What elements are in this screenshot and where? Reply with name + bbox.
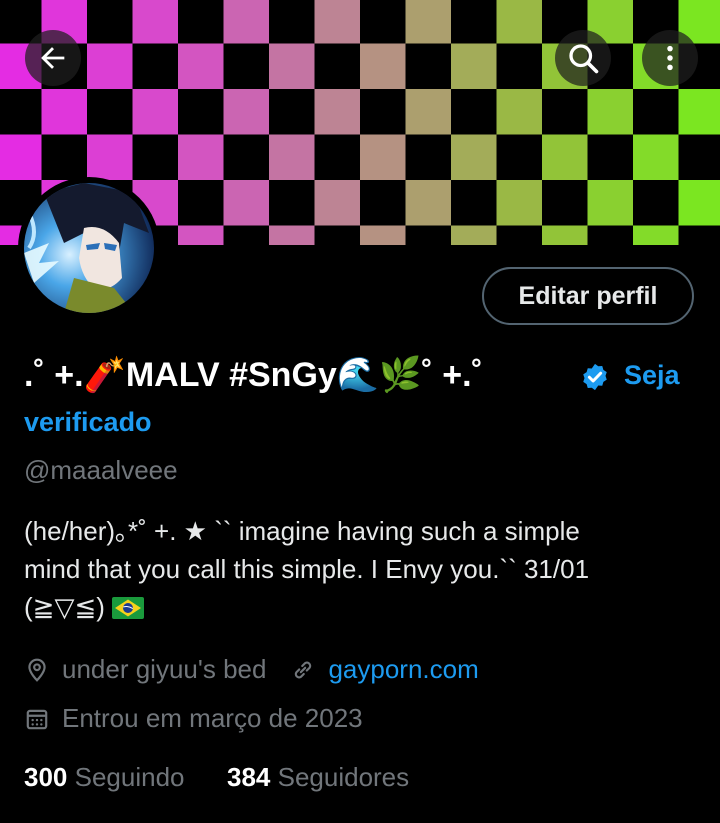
location-pin-icon xyxy=(28,658,46,682)
banner-tile xyxy=(87,43,133,89)
banner-tile xyxy=(451,134,497,180)
arrow-left-icon xyxy=(41,47,65,69)
search-button[interactable] xyxy=(555,30,611,86)
back-button[interactable] xyxy=(25,30,81,86)
banner-tile xyxy=(678,180,720,226)
banner-tile xyxy=(405,180,451,226)
banner-tile xyxy=(360,43,406,89)
banner-tile xyxy=(223,180,269,226)
link-icon xyxy=(295,661,312,678)
avatar[interactable] xyxy=(24,183,154,313)
profile-meta-row: under giyuu's bed gayporn.com xyxy=(24,654,479,685)
banner-tile xyxy=(314,180,360,226)
banner-tile xyxy=(633,225,679,245)
banner-tile xyxy=(405,0,451,44)
banner-tile xyxy=(223,0,269,44)
calendar-icon xyxy=(26,709,48,729)
location-text: under giyuu's bed xyxy=(62,654,267,684)
avatar-frame[interactable] xyxy=(18,177,160,319)
bio-line: mind that you call this simple. I Envy y… xyxy=(24,554,590,584)
banner-tile xyxy=(451,43,497,89)
banner-tile xyxy=(405,89,451,135)
banner-tile xyxy=(269,134,315,180)
banner-tile xyxy=(0,134,42,180)
banner-tile xyxy=(542,225,588,245)
brazil-flag-icon xyxy=(112,597,145,619)
verified-badge-icon[interactable] xyxy=(580,362,610,392)
banner-tile xyxy=(451,225,497,245)
banner-tile xyxy=(360,134,406,180)
following-count: 300 xyxy=(24,762,68,792)
banner-tile xyxy=(314,89,360,135)
banner-tile xyxy=(314,0,360,44)
bio: (he/her)｡*˚ +. ★ `` imagine having such … xyxy=(24,512,704,626)
banner-tile xyxy=(633,134,679,180)
follow-stats: 300 Seguindo 384 Seguidores xyxy=(24,762,409,793)
banner-tile xyxy=(269,43,315,89)
get-verified-link-continued[interactable]: verificado xyxy=(24,407,152,438)
joined-date: Entrou em março de 2023 xyxy=(62,703,363,733)
bio-line: (≧▽≦) xyxy=(24,592,105,622)
user-handle: @maaalveee xyxy=(24,455,178,485)
banner-tile xyxy=(178,225,224,245)
banner-tile xyxy=(587,180,633,226)
followers-link[interactable]: 384 Seguidores xyxy=(227,762,409,792)
followers-count: 384 xyxy=(226,762,271,792)
get-verified-link[interactable]: Seja xyxy=(624,360,680,391)
more-vertical-icon xyxy=(667,45,673,71)
banner-tile xyxy=(269,225,315,245)
avatar-image xyxy=(24,183,154,313)
following-link[interactable]: 300 Seguindo xyxy=(24,762,185,792)
followers-label: Seguidores xyxy=(277,762,410,792)
banner-tile xyxy=(132,89,178,135)
banner-tile xyxy=(496,180,542,226)
banner-tile xyxy=(41,89,87,135)
more-button[interactable] xyxy=(642,30,698,86)
banner-tile xyxy=(542,134,588,180)
search-icon xyxy=(569,44,599,74)
banner-tile xyxy=(223,89,269,135)
joined-row: Entrou em março de 2023 xyxy=(24,703,363,734)
bio-line: (he/her)｡*˚ +. ★ `` imagine having such … xyxy=(24,516,580,546)
banner-tile xyxy=(87,134,133,180)
edit-profile-button[interactable]: Editar perfil xyxy=(482,267,694,325)
following-label: Seguindo xyxy=(74,762,185,792)
banner-tile xyxy=(360,225,406,245)
banner-tile xyxy=(178,134,224,180)
banner-tile xyxy=(132,0,178,44)
banner-tile xyxy=(678,89,720,135)
website-link[interactable]: gayporn.com xyxy=(328,654,478,685)
banner-tile xyxy=(496,0,542,44)
banner-tile xyxy=(178,43,224,89)
banner-tile xyxy=(496,89,542,135)
banner-tile xyxy=(587,89,633,135)
